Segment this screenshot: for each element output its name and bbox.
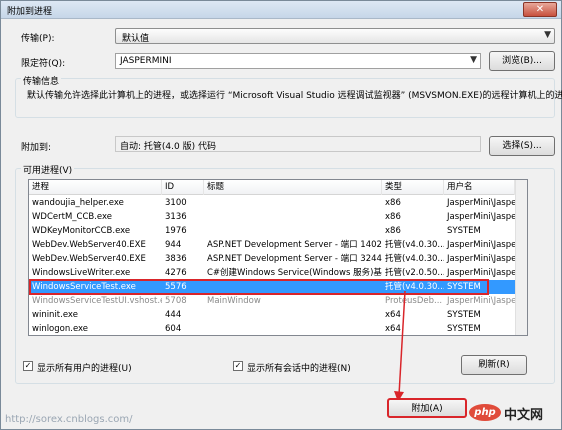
- transport-combo[interactable]: 默认值 ▼: [115, 28, 555, 44]
- select-button[interactable]: 选择(S)...: [489, 136, 555, 156]
- process-title: ASP.NET Development Server - 端口 3244: [207, 254, 382, 264]
- process-id: 3136: [165, 212, 187, 222]
- process-id: 604: [165, 324, 182, 334]
- process-name: winlogon.exe: [32, 324, 89, 334]
- process-list[interactable]: 进程 ID 标题 类型 用户名 wandoujia_helper.exe 310…: [28, 179, 528, 336]
- process-user: JasperMini\Jasper...: [447, 198, 515, 208]
- process-type: 托管(v4.0.30...: [385, 240, 444, 250]
- table-row[interactable]: winlogon.exe 604 x64 SYSTEM: [29, 322, 527, 335]
- table-row[interactable]: WindowsServiceTestUI.vshost.exe 5708 Mai…: [29, 294, 527, 308]
- title-bar: 附加到进程 ✕: [1, 1, 561, 19]
- process-title: ASP.NET Development Server - 端口 1402: [207, 240, 382, 250]
- process-type: x86: [385, 226, 401, 236]
- process-id: 5708: [165, 296, 187, 306]
- process-title: [204, 210, 382, 224]
- process-name: WindowsLiveWriter.exe: [32, 268, 131, 278]
- process-user: JasperMini\Jasper...: [447, 268, 515, 278]
- process-id: 944: [165, 240, 182, 250]
- process-id: 4276: [165, 268, 187, 278]
- attach-to-value: 自动: 托管(4.0 版) 代码: [120, 142, 216, 152]
- process-name: WindowsServiceTestUI.vshost.exe: [32, 296, 162, 306]
- column-header-user[interactable]: 用户名: [444, 180, 515, 195]
- column-header-id[interactable]: ID: [162, 180, 204, 195]
- process-title: [204, 224, 382, 238]
- process-name: wininit.exe: [32, 310, 78, 320]
- column-header-type[interactable]: 类型: [382, 180, 444, 195]
- process-name: WDCertM_CCB.exe: [32, 212, 113, 222]
- process-title: MainWindow: [207, 296, 261, 306]
- transport-info-text: 默认传输允许选择此计算机上的进程，或选择运行 “Microsoft Visual…: [27, 91, 562, 101]
- process-title: C#创建Windows Service(Windows 服务)基础...: [207, 268, 382, 278]
- available-processes-label: 可用进程(V): [21, 163, 75, 176]
- table-row[interactable]: WebDev.WebServer40.EXE 3836 ASP.NET Deve…: [29, 252, 527, 266]
- vertical-scrollbar[interactable]: [515, 180, 527, 335]
- column-header-process[interactable]: 进程: [29, 180, 162, 195]
- arrow-icon: [394, 291, 406, 402]
- column-header-title[interactable]: 标题: [204, 180, 382, 195]
- qualifier-label: 限定符(Q):: [21, 59, 66, 69]
- process-title: [204, 322, 382, 335]
- attach-to-process-window: 附加到进程 ✕ 传输(P): 默认值 ▼ 限定符(Q): JASPERMINI …: [0, 0, 562, 430]
- process-type: 托管(v4.0.30...: [385, 254, 444, 264]
- table-row[interactable]: WindowsLiveWriter.exe 4276 C#创建Windows S…: [29, 266, 527, 280]
- php-logo-badge: php: [469, 404, 501, 421]
- show-all-sessions-checkbox[interactable]: ✓: [233, 361, 243, 371]
- transport-value: 默认值: [122, 34, 150, 44]
- process-user: JasperMini\Jasper...: [447, 212, 515, 222]
- process-title: [204, 196, 382, 210]
- attach-button[interactable]: 附加(A): [387, 398, 467, 418]
- chevron-down-icon: ▼: [470, 55, 477, 65]
- process-user: JasperMini\Jasper...: [447, 296, 515, 306]
- attach-to-label: 附加到:: [21, 143, 52, 153]
- process-user: JasperMini\Jasper...: [447, 254, 515, 264]
- process-type: 托管(v2.0.50...: [385, 268, 444, 278]
- attach-to-field: 自动: 托管(4.0 版) 代码: [115, 136, 481, 152]
- php-logo: php 中文网: [469, 401, 559, 425]
- process-title: [204, 308, 382, 322]
- process-user: SYSTEM: [447, 310, 481, 320]
- watermark-text: http://sorex.cnblogs.com/: [5, 414, 133, 425]
- table-row[interactable]: WDKeyMonitorCCB.exe 1976 x86 SYSTEM: [29, 224, 527, 238]
- process-type: x86: [385, 212, 401, 222]
- transport-label: 传输(P):: [21, 34, 55, 44]
- process-id: 3836: [165, 254, 187, 264]
- qualifier-value: JASPERMINI: [120, 56, 172, 66]
- process-name: WebDev.WebServer40.EXE: [32, 254, 146, 264]
- php-logo-text: 中文网: [504, 408, 544, 423]
- browse-button[interactable]: 浏览(B)...: [489, 51, 555, 71]
- process-user: SYSTEM: [447, 324, 481, 334]
- window-title: 附加到进程: [7, 7, 53, 17]
- table-row[interactable]: wininit.exe 444 x64 SYSTEM: [29, 308, 527, 322]
- table-row[interactable]: wandoujia_helper.exe 3100 x86 JasperMini…: [29, 196, 527, 210]
- table-row[interactable]: WDCertM_CCB.exe 3136 x86 JasperMini\Jasp…: [29, 210, 527, 224]
- process-id: 3100: [165, 198, 187, 208]
- close-button[interactable]: ✕: [523, 2, 557, 17]
- transport-info-label: 传输信息: [21, 74, 62, 87]
- process-name: wandoujia_helper.exe: [32, 198, 124, 208]
- process-user: SYSTEM: [447, 226, 481, 236]
- show-all-users-label[interactable]: 显示所有用户的进程(U): [37, 361, 132, 374]
- table-row[interactable]: WebDev.WebServer40.EXE 944 ASP.NET Devel…: [29, 238, 527, 252]
- chevron-down-icon: ▼: [544, 30, 551, 40]
- qualifier-input[interactable]: JASPERMINI ▼: [115, 53, 481, 69]
- process-id: 1976: [165, 226, 187, 236]
- show-all-users-checkbox[interactable]: ✓: [23, 361, 33, 371]
- process-id: 444: [165, 310, 182, 320]
- process-type: x86: [385, 198, 401, 208]
- process-list-header: 进程 ID 标题 类型 用户名: [29, 180, 527, 195]
- highlight-box: [29, 279, 489, 295]
- show-all-sessions-label[interactable]: 显示所有会话中的进程(N): [247, 361, 351, 374]
- process-name: WDKeyMonitorCCB.exe: [32, 226, 131, 236]
- process-name: WebDev.WebServer40.EXE: [32, 240, 146, 250]
- refresh-button[interactable]: 刷新(R): [461, 355, 527, 375]
- process-user: JasperMini\Jasper...: [447, 240, 515, 250]
